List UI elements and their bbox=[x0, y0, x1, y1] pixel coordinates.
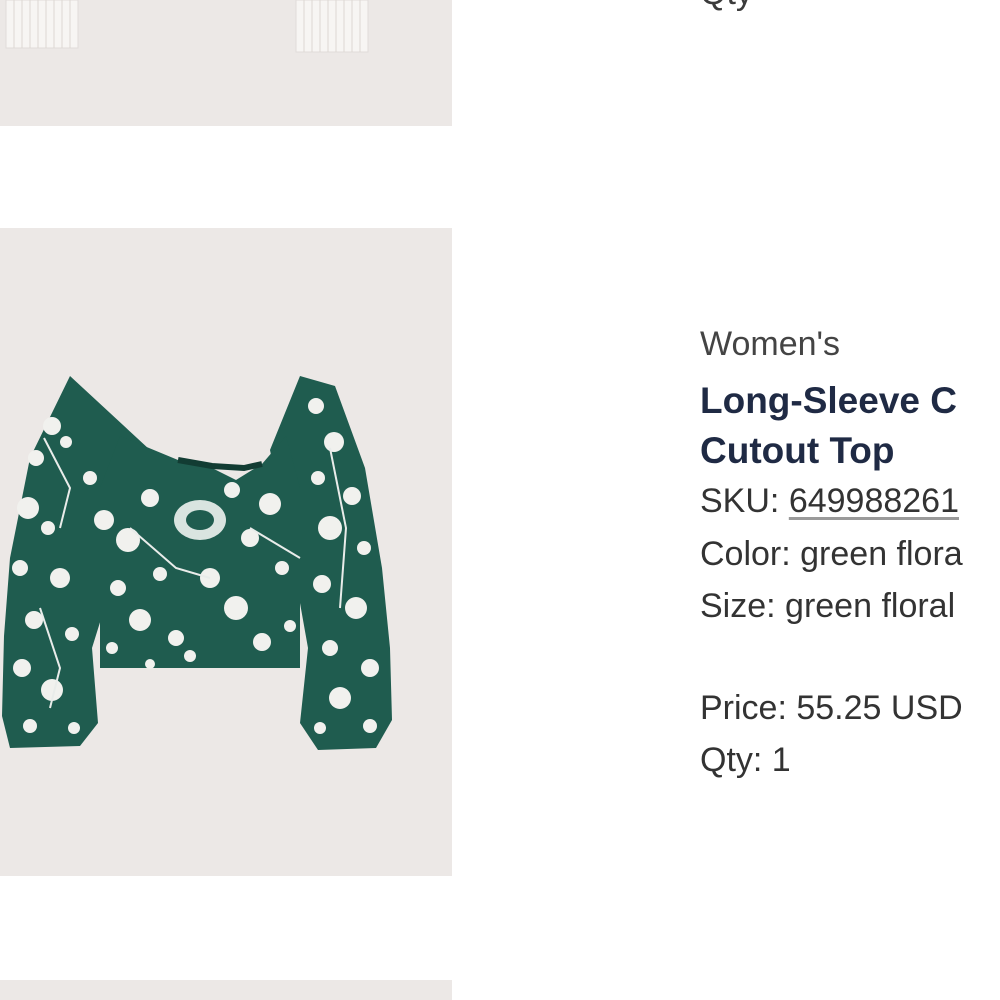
product-image[interactable] bbox=[0, 228, 452, 876]
quantity-line: Qty: 1 bbox=[700, 741, 791, 779]
product-title-line-2: Cutout Top bbox=[700, 430, 895, 471]
previous-qty-label: Qty bbox=[700, 0, 753, 13]
product-category: Women's bbox=[700, 325, 841, 363]
previous-product-image[interactable] bbox=[0, 0, 452, 126]
floral-top-illustration bbox=[0, 228, 452, 876]
garment-hem-illustration bbox=[0, 0, 452, 126]
color-line: Color: green flora bbox=[700, 535, 963, 573]
next-product-image[interactable] bbox=[0, 980, 452, 1000]
size-line: Size: green floral bbox=[700, 587, 956, 625]
price-line: Price: 55.25 USD bbox=[700, 689, 963, 727]
product-details: Qty Women's Long-Sleeve C Cutout Top SKU… bbox=[700, 0, 1000, 1000]
sku-line: SKU: 649988261 bbox=[700, 482, 959, 521]
product-title-line-1: Long-Sleeve C bbox=[700, 380, 957, 421]
sku-value[interactable]: 649988261 bbox=[789, 482, 959, 520]
sku-label: SKU: bbox=[700, 482, 789, 520]
product-title[interactable]: Long-Sleeve C Cutout Top bbox=[700, 376, 957, 476]
